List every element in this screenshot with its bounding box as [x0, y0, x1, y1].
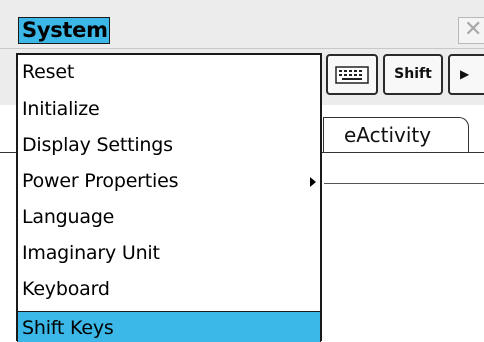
menu-item-display-settings[interactable]: Display Settings [18, 127, 320, 163]
menu-item-reset[interactable]: Reset [18, 55, 320, 91]
menu-item-label: Language [22, 206, 115, 228]
content-divider [324, 183, 484, 184]
shift-button[interactable]: Shift [383, 54, 443, 95]
menu-item-initialize[interactable]: Initialize [18, 91, 320, 127]
menu-item-imaginary-unit[interactable]: Imaginary Unit [18, 235, 320, 271]
screen: System ✕ Shift ▶ eActivity Reset Initial… [0, 0, 484, 342]
menu-item-label: Initialize [22, 98, 100, 120]
system-menu-button[interactable]: System [18, 17, 110, 44]
menu-item-power-properties[interactable]: Power Properties [18, 163, 320, 199]
close-button[interactable]: ✕ [458, 17, 484, 44]
more-arrow-button[interactable]: ▶ [448, 54, 484, 95]
menu-item-shift-keys[interactable]: Shift Keys [17, 311, 321, 342]
menu-item-label: Display Settings [22, 134, 173, 156]
menu-item-language[interactable]: Language [18, 199, 320, 235]
keyboard-button[interactable] [326, 54, 378, 95]
system-dropdown-menu: Reset Initialize Display Settings Power … [16, 53, 322, 342]
menu-item-label: Power Properties [22, 170, 179, 192]
menu-item-keyboard[interactable]: Keyboard [18, 271, 320, 307]
menu-item-label: Keyboard [22, 278, 110, 300]
menu-item-label: Imaginary Unit [22, 242, 160, 264]
title-bar: System ✕ [0, 0, 484, 49]
submenu-arrow-icon [310, 177, 316, 187]
keyboard-icon [335, 66, 369, 84]
tab-eactivity[interactable]: eActivity [323, 117, 469, 153]
menu-item-label: Shift Keys [22, 317, 114, 339]
menu-item-label: Reset [22, 61, 75, 83]
